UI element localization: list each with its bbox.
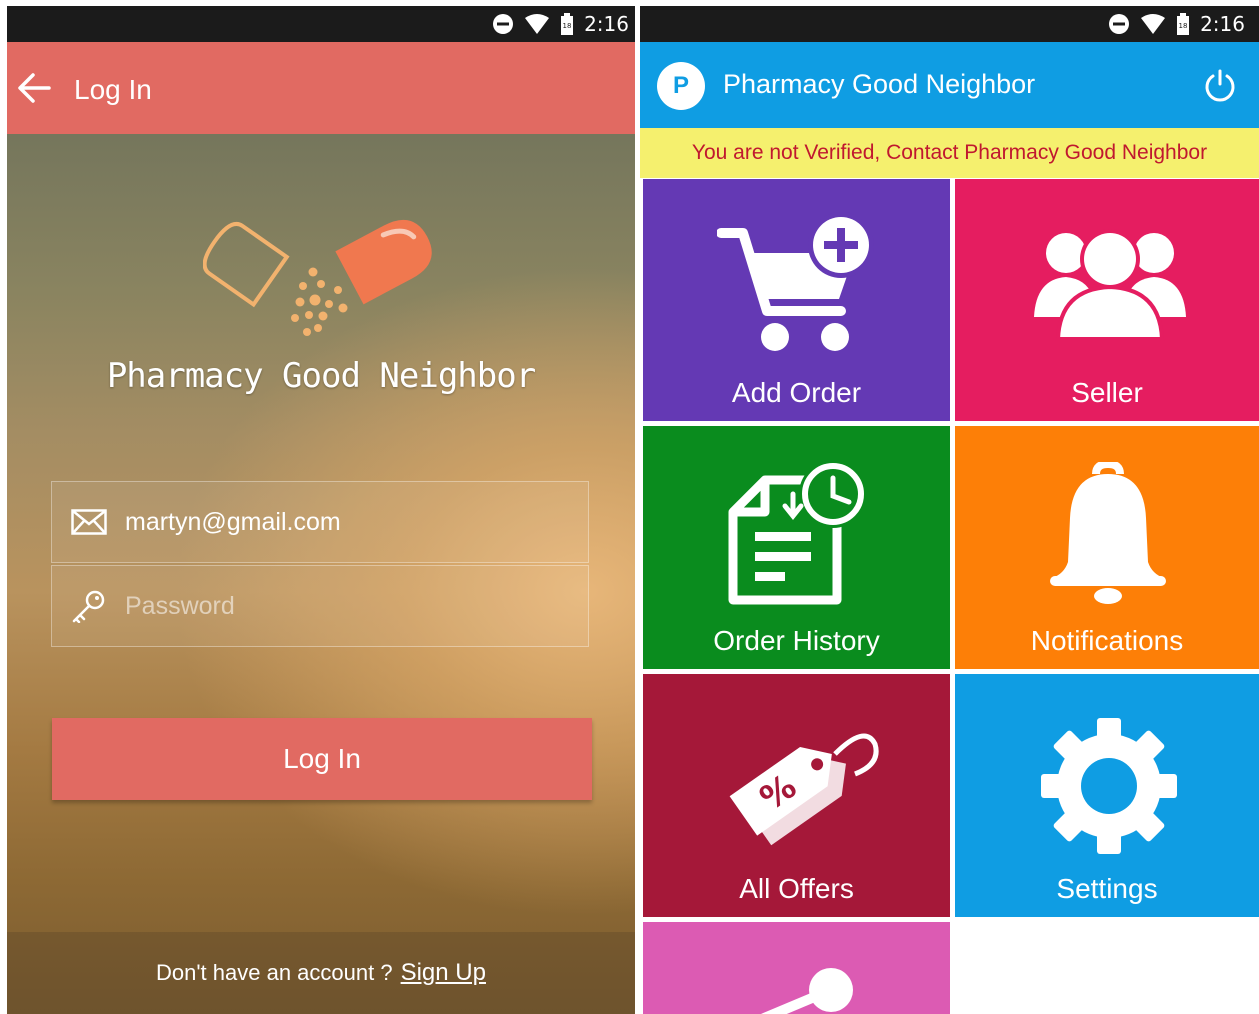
tile-seller[interactable]: Seller [955,179,1259,421]
status-bar: 18 2:16 [640,6,1259,42]
pill-logo-icon [203,219,432,336]
envelope-icon [71,509,107,535]
do-not-disturb-icon [1109,14,1130,34]
avatar[interactable]: P [657,62,705,110]
battery-icon: 18 [1177,13,1190,35]
dashboard-screen: 18 2:16 P Pharmacy Good Neighbor You are… [640,6,1259,1014]
login-background: Pharmacy Good Neighbor [7,134,635,1014]
login-button[interactable]: Log In [52,718,592,800]
tile-label: Add Order [731,377,862,408]
verification-banner: You are not Verified, Contact Pharmacy G… [640,128,1259,178]
login-screen: 18 2:16 Log In Pharmacy Good Neighbor ma… [7,6,635,1014]
app-bar: P Pharmacy Good Neighbor [640,42,1259,128]
cart-plus-icon [717,212,874,351]
tile-notifications[interactable]: Notifications [955,426,1259,669]
status-time: 2:16 [1200,12,1245,36]
wifi-icon [525,14,550,34]
avatar-letter: P [672,72,689,99]
email-input[interactable] [125,507,545,537]
email-field[interactable] [51,481,589,563]
wifi-icon [1141,14,1166,34]
app-title: Pharmacy Good Neighbor [723,69,1036,99]
back-arrow-icon[interactable] [17,72,51,104]
tile-settings[interactable]: Settings [955,674,1259,917]
svg-text:18: 18 [1179,22,1188,30]
brand-name: Pharmacy Good Neighbor [106,356,536,396]
do-not-disturb-icon [493,14,514,34]
status-time: 2:16 [584,12,629,36]
tile-share[interactable] [643,922,950,1014]
tile-all-offers[interactable]: % All Offers [643,674,950,917]
tile-add-order[interactable]: Add Order [643,179,950,421]
password-field[interactable] [51,565,589,647]
tile-order-history[interactable]: Order History [643,426,950,669]
password-input[interactable] [125,591,545,621]
power-icon[interactable] [1202,68,1238,104]
tile-label: Notifications [1030,625,1184,656]
tile-label: Seller [1071,377,1143,408]
document-clock-icon [728,460,867,605]
users-icon [1034,229,1186,341]
discount-tag-icon: % [729,733,879,846]
signup-link[interactable]: Sign Up [401,959,486,987]
bell-icon [1050,462,1166,604]
battery-icon: 18 [561,13,574,35]
tile-label: All Offers [739,873,854,904]
tile-label: Order History [713,625,880,656]
tile-label: Settings [1056,873,1158,904]
status-bar: 18 2:16 [7,6,635,42]
app-bar: Log In [7,42,635,134]
svg-text:18: 18 [563,22,572,30]
signup-prompt: Don't have an account ? [156,960,393,985]
gear-icon [1041,718,1177,854]
share-icon [760,968,853,1014]
signup-footer: Don't have an account ? Sign Up [7,932,635,1014]
page-title: Log In [74,74,152,105]
key-icon [72,590,105,623]
